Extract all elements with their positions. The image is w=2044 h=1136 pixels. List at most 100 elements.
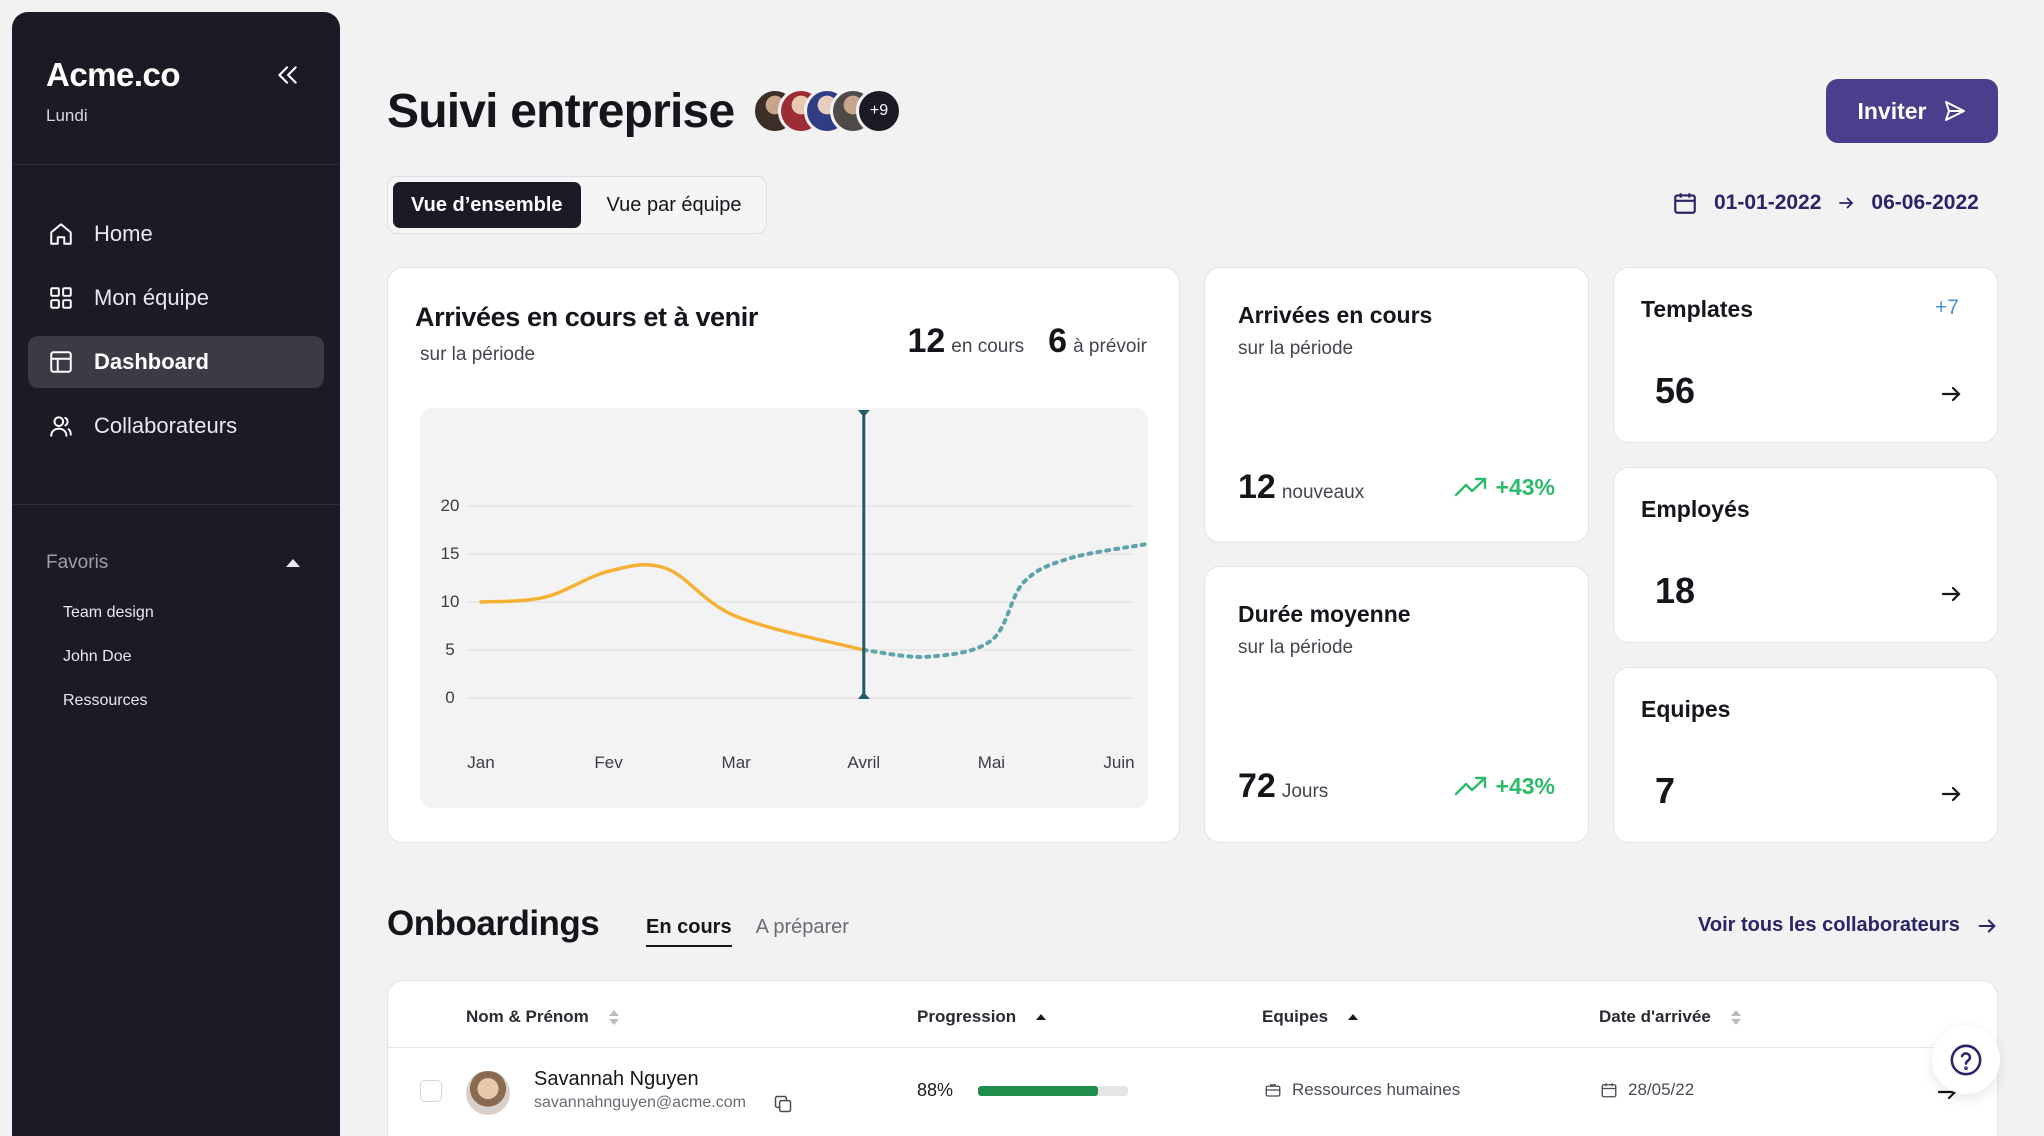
- current-label: en cours: [951, 336, 1025, 357]
- stat-title: Arrivées en cours: [1238, 302, 1433, 328]
- date-range-picker[interactable]: 01-01-2022 06-06-2022: [1672, 190, 1979, 216]
- x-tick-label: Mai: [978, 753, 1005, 772]
- tab-overview[interactable]: Vue d’ensemble: [393, 182, 581, 228]
- stat-value: 72: [1238, 767, 1276, 805]
- tab-a-preparer[interactable]: A préparer: [756, 916, 849, 947]
- column-header-progress[interactable]: Progression: [917, 1007, 1047, 1027]
- favorites-list: Team design John Doe Ressources: [63, 602, 154, 734]
- sidebar: Acme.co Lundi Home Mon équipe Dashboard …: [12, 12, 340, 1136]
- chart-title: Arrivées en cours et à venir: [415, 302, 758, 332]
- current-stat: 12 en cours: [907, 322, 1024, 361]
- current-value: 12: [907, 322, 946, 360]
- y-tick-label: 15: [441, 544, 460, 563]
- planned-stat: 6à prévoir: [1048, 322, 1147, 361]
- stat-card-arrivals: Arrivées en cours sur la période 12 nouve…: [1204, 267, 1589, 543]
- view-all-collaborators-link[interactable]: Voir tous les collaborateurs: [1698, 914, 1998, 937]
- caret-up-icon: [286, 559, 300, 567]
- kpi-card-employees[interactable]: Employés 18: [1613, 467, 1998, 643]
- date-start: 01-01-2022: [1714, 191, 1822, 214]
- row-date-label: 28/05/22: [1628, 1080, 1695, 1099]
- arrow-right-icon[interactable]: [1939, 382, 1963, 406]
- trending-up-icon: [1454, 477, 1486, 497]
- sidebar-nav: Home Mon équipe Dashboard Collaborateurs: [28, 208, 324, 464]
- x-tick-label: Fev: [594, 753, 623, 772]
- arrow-right-icon: [1978, 918, 1996, 933]
- column-label: Progression: [917, 1007, 1017, 1026]
- collapse-sidebar-icon[interactable]: [274, 62, 300, 88]
- kpi-value: 18: [1655, 570, 1696, 611]
- row-team: Ressources humaines: [1264, 1080, 1460, 1100]
- row-name: Savannah Nguyen: [534, 1068, 699, 1090]
- arrow-right-icon[interactable]: [1939, 782, 1963, 806]
- sidebar-item-dashboard[interactable]: Dashboard: [28, 336, 324, 388]
- row-team-label: Ressources humaines: [1292, 1080, 1461, 1099]
- row-date: 28/05/22: [1600, 1080, 1694, 1100]
- sidebar-item-label: Collaborateurs: [94, 413, 238, 438]
- avatar-group[interactable]: +9: [752, 88, 902, 134]
- column-label: Date d'arrivée: [1599, 1007, 1711, 1026]
- column-label: Nom & Prénom: [466, 1007, 589, 1026]
- row-email: savannahnguyen@acme.co​m: [534, 1094, 746, 1111]
- stat-bottom: 72 Jours +43%: [1238, 767, 1555, 806]
- favorite-item[interactable]: John Doe: [63, 646, 154, 690]
- chart-stats: 12 en cours 6à prévoir: [907, 322, 1147, 361]
- favorite-item[interactable]: Ressources: [63, 690, 154, 734]
- column-header-arrival-date[interactable]: Date d'arrivée: [1599, 1007, 1741, 1027]
- tab-en-cours[interactable]: En cours: [646, 916, 732, 947]
- onboardings-table: Nom & Prénom Progression Equipes Date d'…: [387, 980, 1998, 1136]
- arrow-right-icon[interactable]: [1939, 582, 1963, 606]
- progress-percent: 88%: [917, 1080, 954, 1100]
- page-title: Suivi entreprise: [387, 85, 735, 138]
- sort-icon: [1730, 1009, 1741, 1025]
- stat-bottom: 12 nouveaux +43%: [1238, 468, 1555, 507]
- stat-value-group: 72 Jours: [1238, 767, 1328, 806]
- kpi-card-templates[interactable]: Templates +7 56: [1613, 267, 1998, 443]
- arrivals-line-chart: 0 5 10 15 20 Jan Fev Mar Avril Mai Juin: [441, 410, 1147, 772]
- kpi-extra-count: +7: [1935, 296, 1959, 319]
- brand: Acme.co Lundi: [46, 56, 181, 126]
- view-all-label: Voir tous les collaborateurs: [1698, 914, 1960, 936]
- progress-bar: [978, 1086, 1128, 1096]
- column-header-name[interactable]: Nom & Prénom: [466, 1007, 619, 1027]
- calendar-icon: [1674, 193, 1696, 214]
- help-button[interactable]: [1932, 1026, 2000, 1094]
- stat-value-group: 12 nouveaux: [1238, 468, 1364, 507]
- sidebar-item-label: Mon équipe: [94, 285, 209, 310]
- trending-up-icon: [1454, 776, 1486, 796]
- grid-icon: [50, 287, 72, 309]
- stat-unit: nouveaux: [1281, 482, 1365, 503]
- onboardings-title: Onboardings: [387, 904, 600, 943]
- sort-icon: [608, 1009, 619, 1025]
- avatar: [466, 1071, 510, 1115]
- sidebar-item-home[interactable]: Home: [28, 208, 324, 260]
- copy-icon[interactable]: [773, 1094, 793, 1114]
- trend-value: +43%: [1495, 772, 1555, 799]
- chart-subtitle: sur la période: [420, 344, 536, 365]
- favorite-item[interactable]: Team design: [63, 602, 154, 646]
- forecast-series-line: [861, 542, 1147, 659]
- marker-bottom-cap: [857, 692, 870, 699]
- arrivals-chart-card: Arrivées en cours et à venir sur la péri…: [387, 267, 1180, 843]
- stat-subtitle: sur la période: [1238, 338, 1354, 359]
- table-row[interactable]: Savannah Nguyen savannahnguyen@acme.co​m…: [388, 1048, 1997, 1136]
- sort-ascending-icon: [1036, 1014, 1047, 1020]
- view-tabs: Vue d’ensemble Vue par équipe: [387, 176, 767, 234]
- y-tick-label: 0: [445, 688, 454, 707]
- stat-card-duration: Durée moyenne sur la période 72 Jours +43…: [1204, 566, 1589, 843]
- users-icon: [50, 416, 72, 437]
- y-tick-label: 10: [441, 592, 460, 611]
- kpi-card-teams[interactable]: Equipes 7: [1613, 667, 1998, 843]
- column-header-teams[interactable]: Equipes: [1262, 1007, 1359, 1027]
- tab-by-team[interactable]: Vue par équipe: [589, 182, 760, 228]
- kpi-value: 7: [1655, 770, 1676, 811]
- sidebar-item-mon-equipe[interactable]: Mon équipe: [28, 272, 324, 324]
- sidebar-item-label: Home: [94, 221, 153, 246]
- invite-button[interactable]: Inviter: [1826, 79, 1998, 143]
- sort-ascending-icon: [1348, 1014, 1359, 1020]
- sidebar-divider: [12, 164, 340, 165]
- row-checkbox[interactable]: [420, 1080, 442, 1102]
- favorites-label: Favoris: [46, 552, 109, 573]
- actual-series-line: [479, 562, 866, 652]
- favorites-toggle[interactable]: Favoris: [46, 552, 300, 574]
- sidebar-item-collaborateurs[interactable]: Collaborateurs: [28, 400, 324, 452]
